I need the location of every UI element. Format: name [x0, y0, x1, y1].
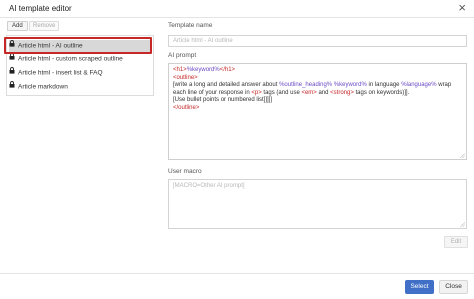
add-button[interactable]: Add — [7, 21, 28, 31]
prompt-text: [Use bullet points or numbered list]]]]] — [173, 97, 273, 104]
prompt-line: [Use bullet points or numbered list]]]]] — [173, 97, 462, 105]
close-icon[interactable]: × — [458, 1, 466, 15]
html-tag: <h1> — [173, 67, 187, 73]
remove-button[interactable]: Remove — [29, 21, 60, 31]
prompt-line: <h1>%keyword%</h1> — [173, 67, 462, 75]
prompt-text: each line of your response in — [173, 89, 252, 96]
html-tag: <em> — [301, 89, 317, 96]
ai-prompt-editor[interactable]: <h1>%keyword%</h1> <outline> [write a lo… — [168, 63, 467, 160]
title-bar: AI template editor × — [0, 0, 474, 18]
select-button[interactable]: Select — [405, 280, 434, 294]
close-button[interactable]: Close — [439, 280, 468, 294]
template-name-input[interactable]: Article html - AI outline — [168, 35, 467, 47]
prompt-text: tags on keywords)]]. — [353, 89, 410, 96]
template-item-label: Article html - AI outline — [18, 42, 83, 50]
template-item-label: Article markdown — [18, 83, 68, 91]
prompt-variable: %keyword% — [186, 67, 220, 73]
html-tag: </h1> — [219, 67, 236, 73]
prompt-text: wrap — [436, 82, 452, 89]
html-tag: <strong> — [330, 89, 354, 96]
prompt-text: tags (and use — [261, 89, 302, 96]
template-item[interactable]: Article markdown — [9, 81, 151, 93]
template-item-label: Article html - custom scraped outline — [18, 55, 123, 63]
resize-grip-icon[interactable] — [460, 153, 465, 158]
ai-prompt-label: AI prompt — [168, 52, 197, 59]
prompt-variable: %outline_heading% %keyword% — [279, 82, 367, 89]
html-tag: <outline> — [173, 74, 198, 81]
template-item[interactable]: Article html - insert list & FAQ — [9, 67, 151, 79]
prompt-line: each line of your response in <p> tags (… — [173, 90, 462, 98]
template-item[interactable]: Article html - AI outline — [9, 40, 151, 52]
html-tag: </outline> — [173, 104, 200, 111]
prompt-variable: %language% — [401, 82, 437, 89]
prompt-text: and — [316, 89, 331, 96]
template-item[interactable]: Article html - custom scraped outline — [9, 53, 151, 65]
prompt-text: [write a long and detailed answer about — [173, 82, 280, 89]
prompt-line: </outline> — [173, 105, 462, 113]
lock-icon — [9, 67, 18, 79]
dialog-footer — [0, 273, 474, 299]
user-macro-label: User macro — [168, 168, 202, 175]
template-list: Article html - AI outline Article html -… — [6, 35, 154, 96]
lock-icon — [9, 40, 18, 52]
template-name-label: Template name — [168, 22, 213, 29]
template-item-label: Article html - insert list & FAQ — [18, 69, 103, 77]
prompt-text: in language — [366, 82, 402, 89]
prompt-line: [write a long and detailed answer about … — [173, 82, 462, 90]
lock-icon — [9, 81, 18, 93]
html-tag: <p> — [251, 89, 262, 96]
prompt-line: <outline> — [173, 75, 462, 83]
user-macro-input[interactable]: [MACRO=Other AI prompt] — [168, 179, 467, 229]
resize-grip-icon[interactable] — [460, 222, 465, 227]
lock-icon — [9, 53, 18, 65]
window-title: AI template editor — [9, 4, 72, 13]
user-macro-placeholder: [MACRO=Other AI prompt] — [173, 183, 245, 189]
edit-button[interactable]: Edit — [444, 236, 468, 248]
